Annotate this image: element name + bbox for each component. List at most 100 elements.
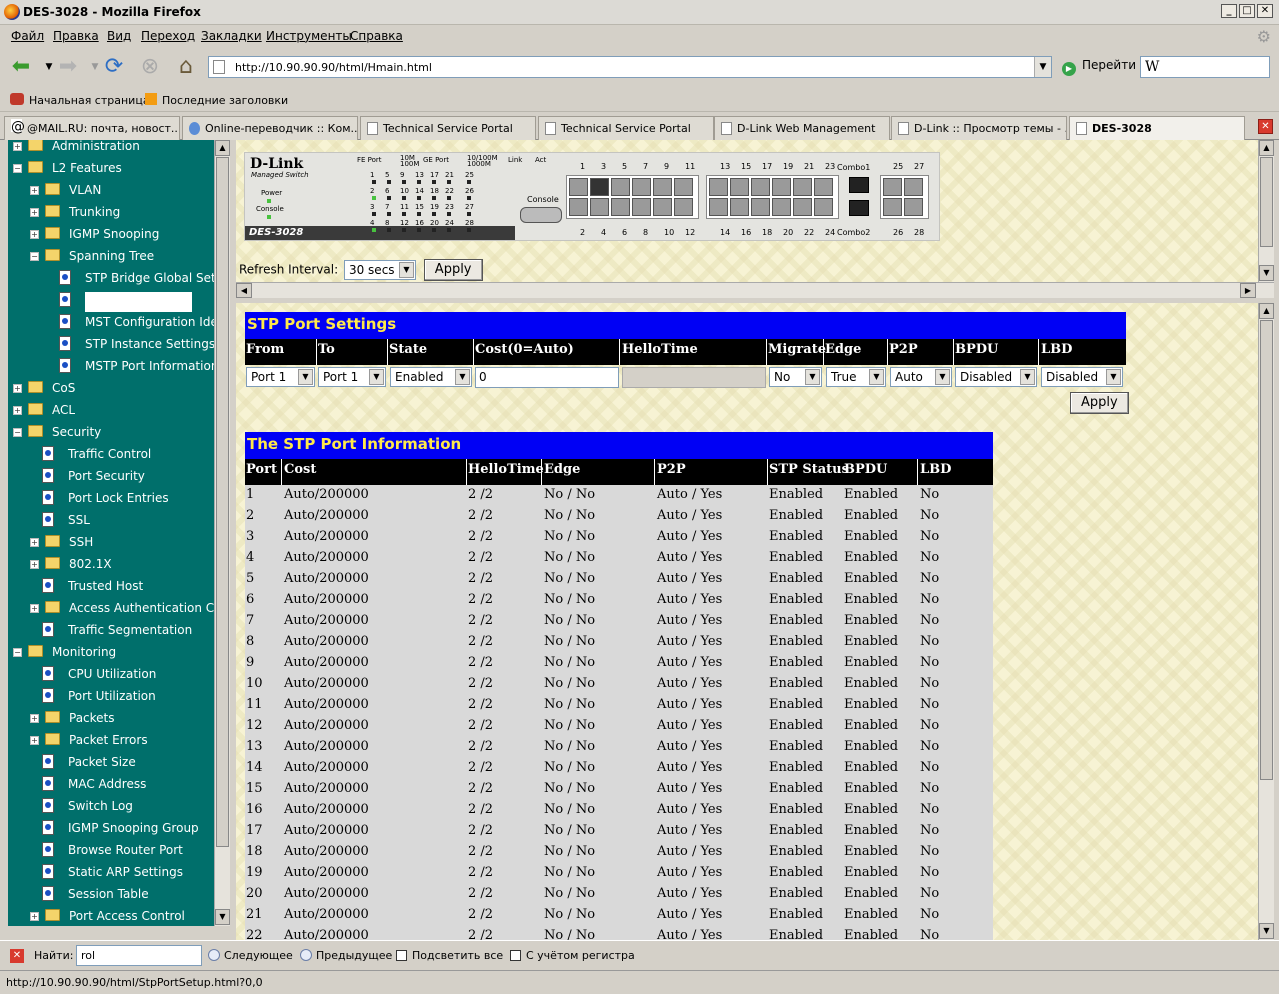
- expand-icon[interactable]: +: [30, 208, 39, 217]
- sidebar-item[interactable]: Port Lock Entries: [8, 489, 214, 509]
- expand-icon[interactable]: +: [30, 736, 39, 745]
- scroll-up-icon[interactable]: ▲: [1259, 140, 1274, 156]
- home-icon[interactable]: ⌂: [173, 55, 199, 79]
- scroll-down-icon[interactable]: ▼: [215, 909, 230, 925]
- collapse-icon[interactable]: −: [13, 648, 22, 657]
- scroll-right-icon[interactable]: ▶: [1240, 283, 1256, 298]
- minimize-button[interactable]: _: [1221, 4, 1237, 18]
- menu-file[interactable]: Файл: [11, 29, 44, 43]
- tab-dlink-forum[interactable]: D-Link :: Просмотр темы - ...: [891, 116, 1067, 140]
- expand-icon[interactable]: +: [13, 142, 22, 151]
- p2p-select[interactable]: Auto ▼: [890, 367, 952, 387]
- tab-translator[interactable]: Online-переводчик :: Ком...: [182, 116, 358, 140]
- menu-bookmarks[interactable]: Закладки: [201, 29, 262, 43]
- scroll-down-icon[interactable]: ▼: [1259, 923, 1274, 939]
- highlight-all-button[interactable]: Подсветить все: [396, 949, 503, 962]
- maximize-button[interactable]: □: [1239, 4, 1255, 18]
- settings-apply-button[interactable]: Apply: [1070, 392, 1129, 414]
- from-port-select[interactable]: Port 1 ▼: [246, 367, 315, 387]
- sidebar-item[interactable]: + Packets: [8, 709, 214, 729]
- sidebar-item[interactable]: Packet Size: [8, 753, 214, 773]
- scroll-up-icon[interactable]: ▲: [215, 140, 230, 156]
- collapse-icon[interactable]: −: [13, 428, 22, 437]
- sidebar-item[interactable]: Switch Log: [8, 797, 214, 817]
- sidebar-item[interactable]: SSL: [8, 511, 214, 531]
- sidebar-item[interactable]: Browse Router Port: [8, 841, 214, 861]
- sidebar-item[interactable]: + Administration: [8, 140, 214, 157]
- expand-icon[interactable]: +: [30, 604, 39, 613]
- sidebar-item[interactable]: MST Configuration Iden: [8, 313, 214, 333]
- sidebar-item[interactable]: STP Bridge Global Setti: [8, 269, 214, 289]
- go-button[interactable]: ▶ Перейти: [1062, 58, 1136, 76]
- sidebar-item[interactable]: Traffic Control: [8, 445, 214, 465]
- scroll-up-icon[interactable]: ▲: [1259, 303, 1274, 319]
- scroll-down-icon[interactable]: ▼: [1259, 265, 1274, 281]
- sidebar-item[interactable]: + Packet Errors: [8, 731, 214, 751]
- search-input[interactable]: W: [1140, 56, 1270, 78]
- bookmark-home[interactable]: Начальная страница: [10, 93, 150, 107]
- sidebar-item[interactable]: IGMP Snooping Group: [8, 819, 214, 839]
- main-frame-scroll-thumb[interactable]: [1260, 320, 1273, 780]
- url-dropdown-icon[interactable]: ▼: [1034, 57, 1051, 77]
- sidebar-item[interactable]: Traffic Segmentation: [8, 621, 214, 641]
- expand-icon[interactable]: +: [30, 538, 39, 547]
- collapse-icon[interactable]: −: [30, 252, 39, 261]
- tab-technical-service-portal-2[interactable]: Technical Service Portal: [538, 116, 714, 140]
- sidebar-item[interactable]: STP Instance Settings: [8, 335, 214, 355]
- menu-edit[interactable]: Правка: [53, 29, 99, 43]
- switch-frame-hscrollbar[interactable]: ◀ ▶: [236, 282, 1274, 298]
- menu-go[interactable]: Переход: [141, 29, 195, 43]
- scroll-left-icon[interactable]: ◀: [236, 283, 252, 298]
- sidebar-item[interactable]: Static ARP Settings: [8, 863, 214, 883]
- sidebar-item[interactable]: − Monitoring: [8, 643, 214, 663]
- sidebar-item[interactable]: Port Utilization: [8, 687, 214, 707]
- migrate-select[interactable]: No ▼: [769, 367, 822, 387]
- expand-icon[interactable]: +: [13, 406, 22, 415]
- edge-select[interactable]: True ▼: [826, 367, 886, 387]
- sidebar-item[interactable]: − Spanning Tree: [8, 247, 214, 267]
- sidebar-item[interactable]: +802.1X: [8, 555, 214, 575]
- main-frame-scrollbar[interactable]: ▲ ▼: [1258, 303, 1274, 940]
- menu-tools[interactable]: Инструменты: [266, 29, 352, 43]
- sidebar-item[interactable]: + Port Access Control: [8, 907, 214, 926]
- sidebar-scroll-thumb[interactable]: [216, 157, 229, 847]
- sidebar-item[interactable]: MSTP Port Information: [8, 357, 214, 377]
- menu-view[interactable]: Вид: [107, 29, 131, 43]
- expand-icon[interactable]: +: [30, 560, 39, 569]
- find-next-button[interactable]: Следующее: [208, 949, 293, 962]
- forward-icon[interactable]: ➡: [55, 55, 81, 79]
- sidebar-item[interactable]: Trusted Host: [8, 577, 214, 597]
- sidebar-item[interactable]: + IGMP Snooping: [8, 225, 214, 245]
- close-tab-icon[interactable]: ✕: [1258, 119, 1273, 134]
- sidebar-item[interactable]: Port Security: [8, 467, 214, 487]
- cost-input[interactable]: 0: [475, 367, 619, 388]
- expand-icon[interactable]: +: [30, 912, 39, 921]
- sidebar-item[interactable]: MAC Address: [8, 775, 214, 795]
- sidebar-item[interactable]: + VLAN: [8, 181, 214, 201]
- match-case-checkbox[interactable]: С учётом регистра: [510, 949, 635, 962]
- sidebar-item[interactable]: + CoS: [8, 379, 214, 399]
- sidebar-item[interactable]: + ACL: [8, 401, 214, 421]
- lbd-select[interactable]: Disabled ▼: [1041, 367, 1123, 387]
- state-select[interactable]: Enabled ▼: [390, 367, 472, 387]
- find-previous-button[interactable]: Предыдущее: [300, 949, 392, 962]
- sidebar-item[interactable]: STP Port Settings: [8, 291, 214, 312]
- close-find-bar-icon[interactable]: ✕: [10, 949, 24, 963]
- sidebar-item[interactable]: − L2 Features: [8, 159, 214, 179]
- sidebar-item[interactable]: CPU Utilization: [8, 665, 214, 685]
- sidebar-scrollbar[interactable]: ▲ ▼: [214, 140, 230, 926]
- sidebar-item[interactable]: + Trunking: [8, 203, 214, 223]
- expand-icon[interactable]: +: [30, 186, 39, 195]
- hellotime-input[interactable]: [622, 367, 766, 388]
- tab-mail-ru[interactable]: @ @MAIL.RU: почта, новост...: [4, 116, 180, 140]
- bpdu-select[interactable]: Disabled ▼: [955, 367, 1037, 387]
- back-icon[interactable]: ⬅: [8, 55, 34, 79]
- bookmark-latest-headlines[interactable]: Последние заголовки: [145, 93, 288, 107]
- url-bar[interactable]: http://10.90.90.90/html/Hmain.html ▼: [208, 56, 1052, 78]
- tab-technical-service-portal-1[interactable]: Technical Service Portal: [360, 116, 536, 140]
- switch-frame-scroll-thumb[interactable]: [1260, 157, 1273, 247]
- sidebar-item[interactable]: + Access Authentication Con: [8, 599, 214, 619]
- reload-icon[interactable]: ⟳: [101, 55, 127, 79]
- to-port-select[interactable]: Port 1 ▼: [318, 367, 386, 387]
- find-input[interactable]: rol: [76, 945, 202, 966]
